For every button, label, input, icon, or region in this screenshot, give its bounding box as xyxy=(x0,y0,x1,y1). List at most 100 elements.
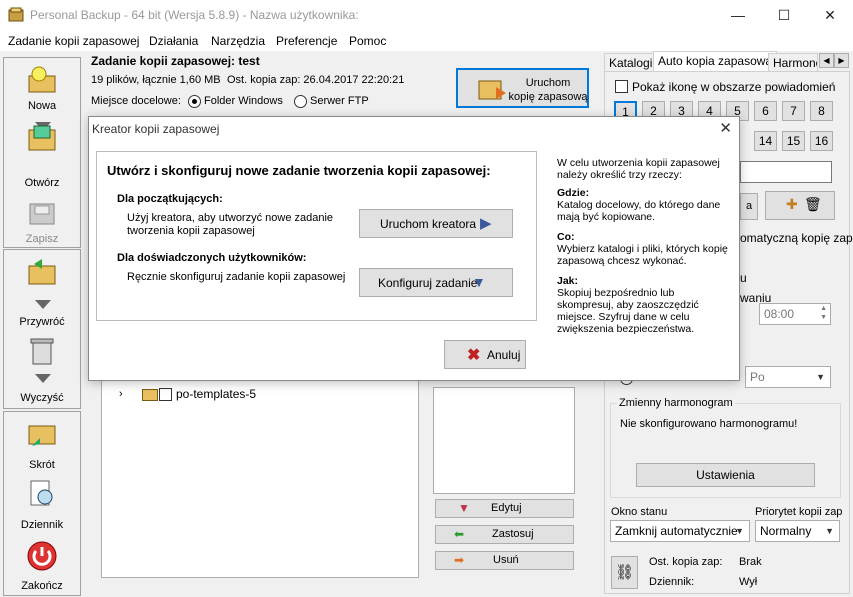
priority-label: Priorytet kopii zap xyxy=(755,506,843,518)
tab-scroll-left[interactable]: ◀ xyxy=(819,53,834,68)
settings-button[interactable]: Ustawienia xyxy=(636,463,815,487)
folder-icon xyxy=(142,389,158,401)
menu-help[interactable]: Pomoc xyxy=(349,34,386,48)
auto-partial-button[interactable]: a xyxy=(740,193,758,220)
trash-icon xyxy=(30,338,54,365)
task-heading: Zadanie kopii zapasowej: test xyxy=(91,54,260,68)
po-select[interactable]: Po ▼ xyxy=(745,366,831,388)
arrow-left-icon: ⬅ xyxy=(454,527,465,541)
dialog-close-icon[interactable]: ✕ xyxy=(719,119,732,137)
auto-backup-partial-label: omatyczną kopię zap xyxy=(740,231,853,245)
menu-task[interactable]: Zadanie kopii zapasowej xyxy=(8,34,139,48)
status-window-label: Okno stanu xyxy=(611,506,668,518)
log-value: Wył xyxy=(739,576,758,588)
dest-ftp-radio[interactable] xyxy=(294,95,307,108)
chevron-down-icon: ▼ xyxy=(472,274,486,290)
open-button[interactable]: Otwórz xyxy=(4,120,80,189)
minimize-button[interactable]: — xyxy=(715,0,761,31)
title-bar: Personal Backup - 64 bit (Wersja 5.8.9) … xyxy=(0,0,853,31)
delete-button[interactable]: ➡ Usuń xyxy=(435,551,574,570)
help-what-title: Co: xyxy=(557,231,575,243)
configure-button[interactable]: Konfiguruj zadanie ▼ xyxy=(359,268,513,297)
day-14[interactable]: 14 xyxy=(754,131,777,151)
restore-button[interactable]: Przywróć xyxy=(4,254,80,328)
tab-schedule[interactable]: Harmonog xyxy=(768,53,818,72)
arrow-right-icon: ➡ xyxy=(454,553,465,567)
time-picker[interactable]: 08:00 ▲ ▼ xyxy=(759,303,831,325)
play-icon: ▶ xyxy=(480,215,492,232)
beginners-text: Użyj kreatora, aby utworzyć nowe zadanie… xyxy=(127,212,334,237)
last-backup-label: Ost. kopia zap: xyxy=(649,556,723,568)
wizard-button[interactable]: Uruchom kreatora ▶ xyxy=(359,209,513,238)
dialog-help-panel: W celu utworzenia kopii zapasowej należy… xyxy=(557,157,732,335)
spin-up-icon[interactable]: ▲ xyxy=(820,305,827,312)
power-icon xyxy=(27,541,57,571)
exit-button[interactable]: Zakończ xyxy=(4,538,80,592)
log-button[interactable]: Dziennik xyxy=(4,476,80,532)
menu-preferences[interactable]: Preferencje xyxy=(276,34,337,48)
destination-label: Miejsce docelowe: xyxy=(91,95,181,107)
files-info: 19 plików, łącznie 1,60 MB xyxy=(91,74,221,86)
last-backup: Ost. kopia zap: 26.04.2017 22:20:21 xyxy=(227,74,405,86)
apply-button[interactable]: ⬅ Zastosuj xyxy=(435,525,574,544)
arrow-down-icon xyxy=(35,300,51,309)
new-button[interactable]: Nowa xyxy=(4,62,80,116)
tray-icon-label: Pokaż ikonę w obszarze powiadomień xyxy=(632,80,836,94)
new-folder-icon xyxy=(28,66,56,93)
status-window-select[interactable]: Zamknij automatycznie ▼ xyxy=(610,520,750,542)
dialog-heading: Utwórz i skonfiguruj nowe zadanie tworze… xyxy=(107,163,491,178)
day-8[interactable]: 8 xyxy=(810,101,833,121)
tray-icon-checkbox[interactable] xyxy=(615,80,628,93)
close-button[interactable]: ✕ xyxy=(807,0,853,31)
tree-item[interactable]: po-templates-5 xyxy=(176,387,256,401)
auto-text-field[interactable] xyxy=(740,161,832,183)
run-backup-button[interactable]: Uruchom kopię zapasową xyxy=(456,68,589,108)
spin-down-icon[interactable]: ▼ xyxy=(820,314,827,321)
menu-tools[interactable]: Narzędzia xyxy=(211,34,265,48)
tree-item-checkbox[interactable] xyxy=(159,388,172,401)
wizard-dialog: Kreator kopii zapasowej ✕ Utwórz i skonf… xyxy=(88,116,740,381)
tab-auto-backup[interactable]: Auto kopia zapasowa xyxy=(653,51,778,72)
help-how-title: Jak: xyxy=(557,275,579,287)
day-7[interactable]: 7 xyxy=(782,101,805,121)
save-button[interactable]: Zapisz xyxy=(4,194,80,245)
link-button[interactable]: ⛓ xyxy=(611,556,638,589)
advanced-title: Dla doświadczonych użytkowników: xyxy=(117,252,307,264)
link-icon: ⛓ xyxy=(614,564,635,581)
file-tree[interactable]: › po-templates-5 xyxy=(101,360,419,578)
day-16[interactable]: 16 xyxy=(810,131,833,151)
priority-select[interactable]: Normalny ▼ xyxy=(755,520,840,542)
dest-ftp-label: Serwer FTP xyxy=(310,95,369,107)
save-icon xyxy=(29,203,55,225)
toolbar-group-tools: Skrót Dziennik Zakończ xyxy=(3,411,81,596)
schedule-title: Zmienny harmonogram xyxy=(617,397,735,409)
add-delete-button[interactable]: ✚ 🗑 xyxy=(765,191,835,220)
tab-scroll-right[interactable]: ▶ xyxy=(834,53,849,68)
help-what-text: Wybierz katalogi i pliki, których kopię … xyxy=(557,243,728,267)
toolbar-group-actions: Przywróć Wyczyść xyxy=(3,249,81,409)
shortcut-icon xyxy=(28,425,56,446)
edit-button[interactable]: ▼ Edytuj xyxy=(435,499,574,518)
help-how-text: Skopiuj bezpośrednio lub skompresuj, aby… xyxy=(557,287,699,335)
tab-folders[interactable]: Katalogi xyxy=(604,53,658,72)
log-magnifier-icon xyxy=(30,480,53,506)
partial-u-label: u xyxy=(740,271,747,285)
day-15[interactable]: 15 xyxy=(782,131,805,151)
day-6[interactable]: 6 xyxy=(754,101,777,121)
app-icon xyxy=(8,7,24,22)
chevron-down-icon: ▼ xyxy=(825,526,834,536)
dialog-title: Kreator kopii zapasowej xyxy=(92,122,220,136)
shortcut-button[interactable]: Skrót xyxy=(4,416,80,471)
dest-folder-radio[interactable] xyxy=(188,95,201,108)
dest-folder-label: Folder Windows xyxy=(204,95,283,107)
open-folder-icon xyxy=(28,125,56,151)
schedule-text: Nie skonfigurowano harmonogramu! xyxy=(620,418,798,430)
menu-actions[interactable]: Działania xyxy=(149,34,198,48)
arrow-down-icon xyxy=(35,374,51,383)
maximize-button[interactable]: ☐ xyxy=(761,0,807,31)
clean-button[interactable]: Wyczyść xyxy=(4,332,80,404)
tree-expand-icon[interactable]: › xyxy=(119,388,123,400)
last-backup-value: Brak xyxy=(739,556,762,568)
cancel-button[interactable]: ✖ Anuluj xyxy=(444,340,526,369)
folder-add-icon: ✚ xyxy=(786,196,798,212)
